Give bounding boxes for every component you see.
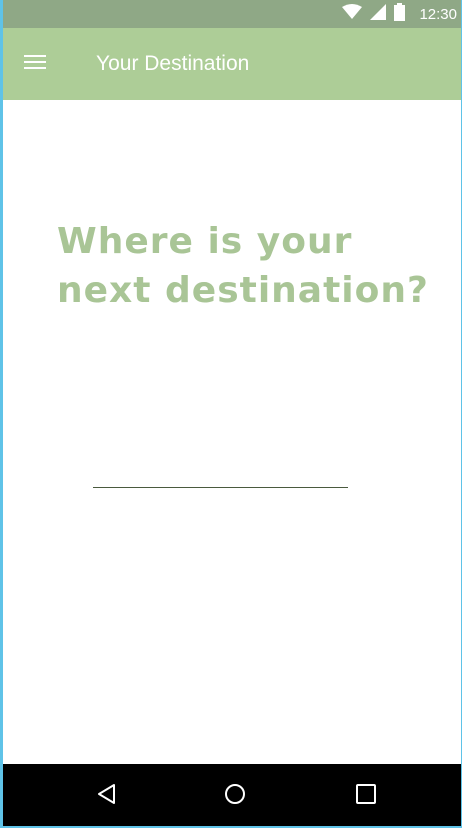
navigation-bar	[3, 764, 461, 826]
app-bar: Your Destination	[3, 28, 461, 100]
home-icon	[223, 782, 247, 811]
destination-input[interactable]	[93, 460, 348, 488]
menu-button[interactable]	[21, 50, 49, 78]
status-bar: 12:30	[3, 0, 461, 28]
question-line-2: next destination?	[57, 270, 429, 311]
back-icon	[95, 782, 119, 811]
question-line-1: Where is your	[57, 221, 353, 262]
wifi-icon	[342, 3, 363, 25]
recent-apps-button[interactable]	[351, 781, 381, 811]
app-title: Your Destination	[96, 52, 250, 75]
battery-icon	[394, 2, 406, 26]
hamburger-menu-icon	[24, 54, 46, 75]
signal-icon	[370, 3, 387, 25]
back-button[interactable]	[92, 781, 122, 811]
destination-question: Where is your next destination?	[57, 217, 437, 315]
phone-screen: 12:30 Your Destination Where is your nex…	[0, 0, 462, 828]
status-time: 12:30	[419, 5, 457, 23]
status-icons: 12:30	[342, 0, 457, 28]
home-button[interactable]	[220, 781, 250, 811]
recent-apps-icon	[354, 782, 378, 811]
